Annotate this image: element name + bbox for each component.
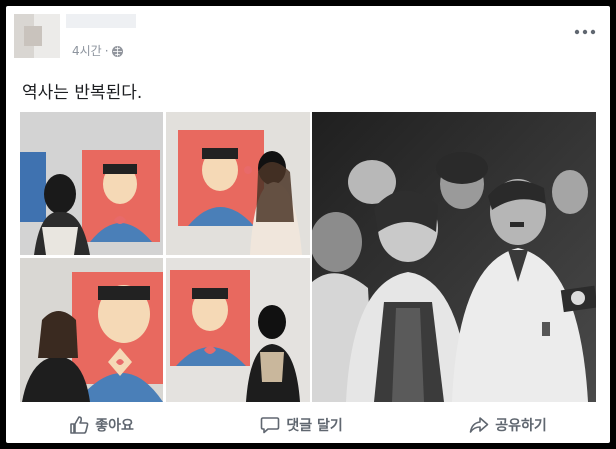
post-caption: 역사는 반복된다. [22,83,143,103]
post-meta: 4시간 · [72,42,123,59]
thumbs-up-icon [69,415,89,435]
action-bar: 좋아요 댓글 달기 공유하기 [6,408,610,442]
more-options-icon[interactable] [574,20,596,39]
collage-photo-1 [20,112,163,255]
globe-icon[interactable] [111,46,123,57]
meta-separator: · [104,43,109,58]
comment-bubble-icon [260,415,280,435]
post-header: 4시간 · [6,6,610,66]
author-name-redacted[interactable] [66,14,136,28]
collage-photo-2 [166,112,310,255]
share-button[interactable]: 공유하기 [469,415,547,435]
post-timestamp[interactable]: 4시간 [72,42,102,59]
share-label: 공유하기 [495,418,547,434]
collage-photo-3 [20,258,163,402]
avatar-blur-block [24,26,42,46]
avatar[interactable] [14,14,60,58]
post-card: 4시간 · 역사는 반복된다. 좋아요 댓글 달기 공유하기 [6,6,610,443]
comment-button[interactable]: 댓글 달기 [260,415,343,435]
share-arrow-icon [469,415,489,435]
historical-photo [312,112,596,402]
comment-label: 댓글 달기 [286,418,343,434]
collage [20,112,310,402]
like-label: 좋아요 [95,418,134,434]
like-button[interactable]: 좋아요 [69,415,134,435]
collage-photo-4 [166,258,310,402]
post-image[interactable] [20,112,596,402]
